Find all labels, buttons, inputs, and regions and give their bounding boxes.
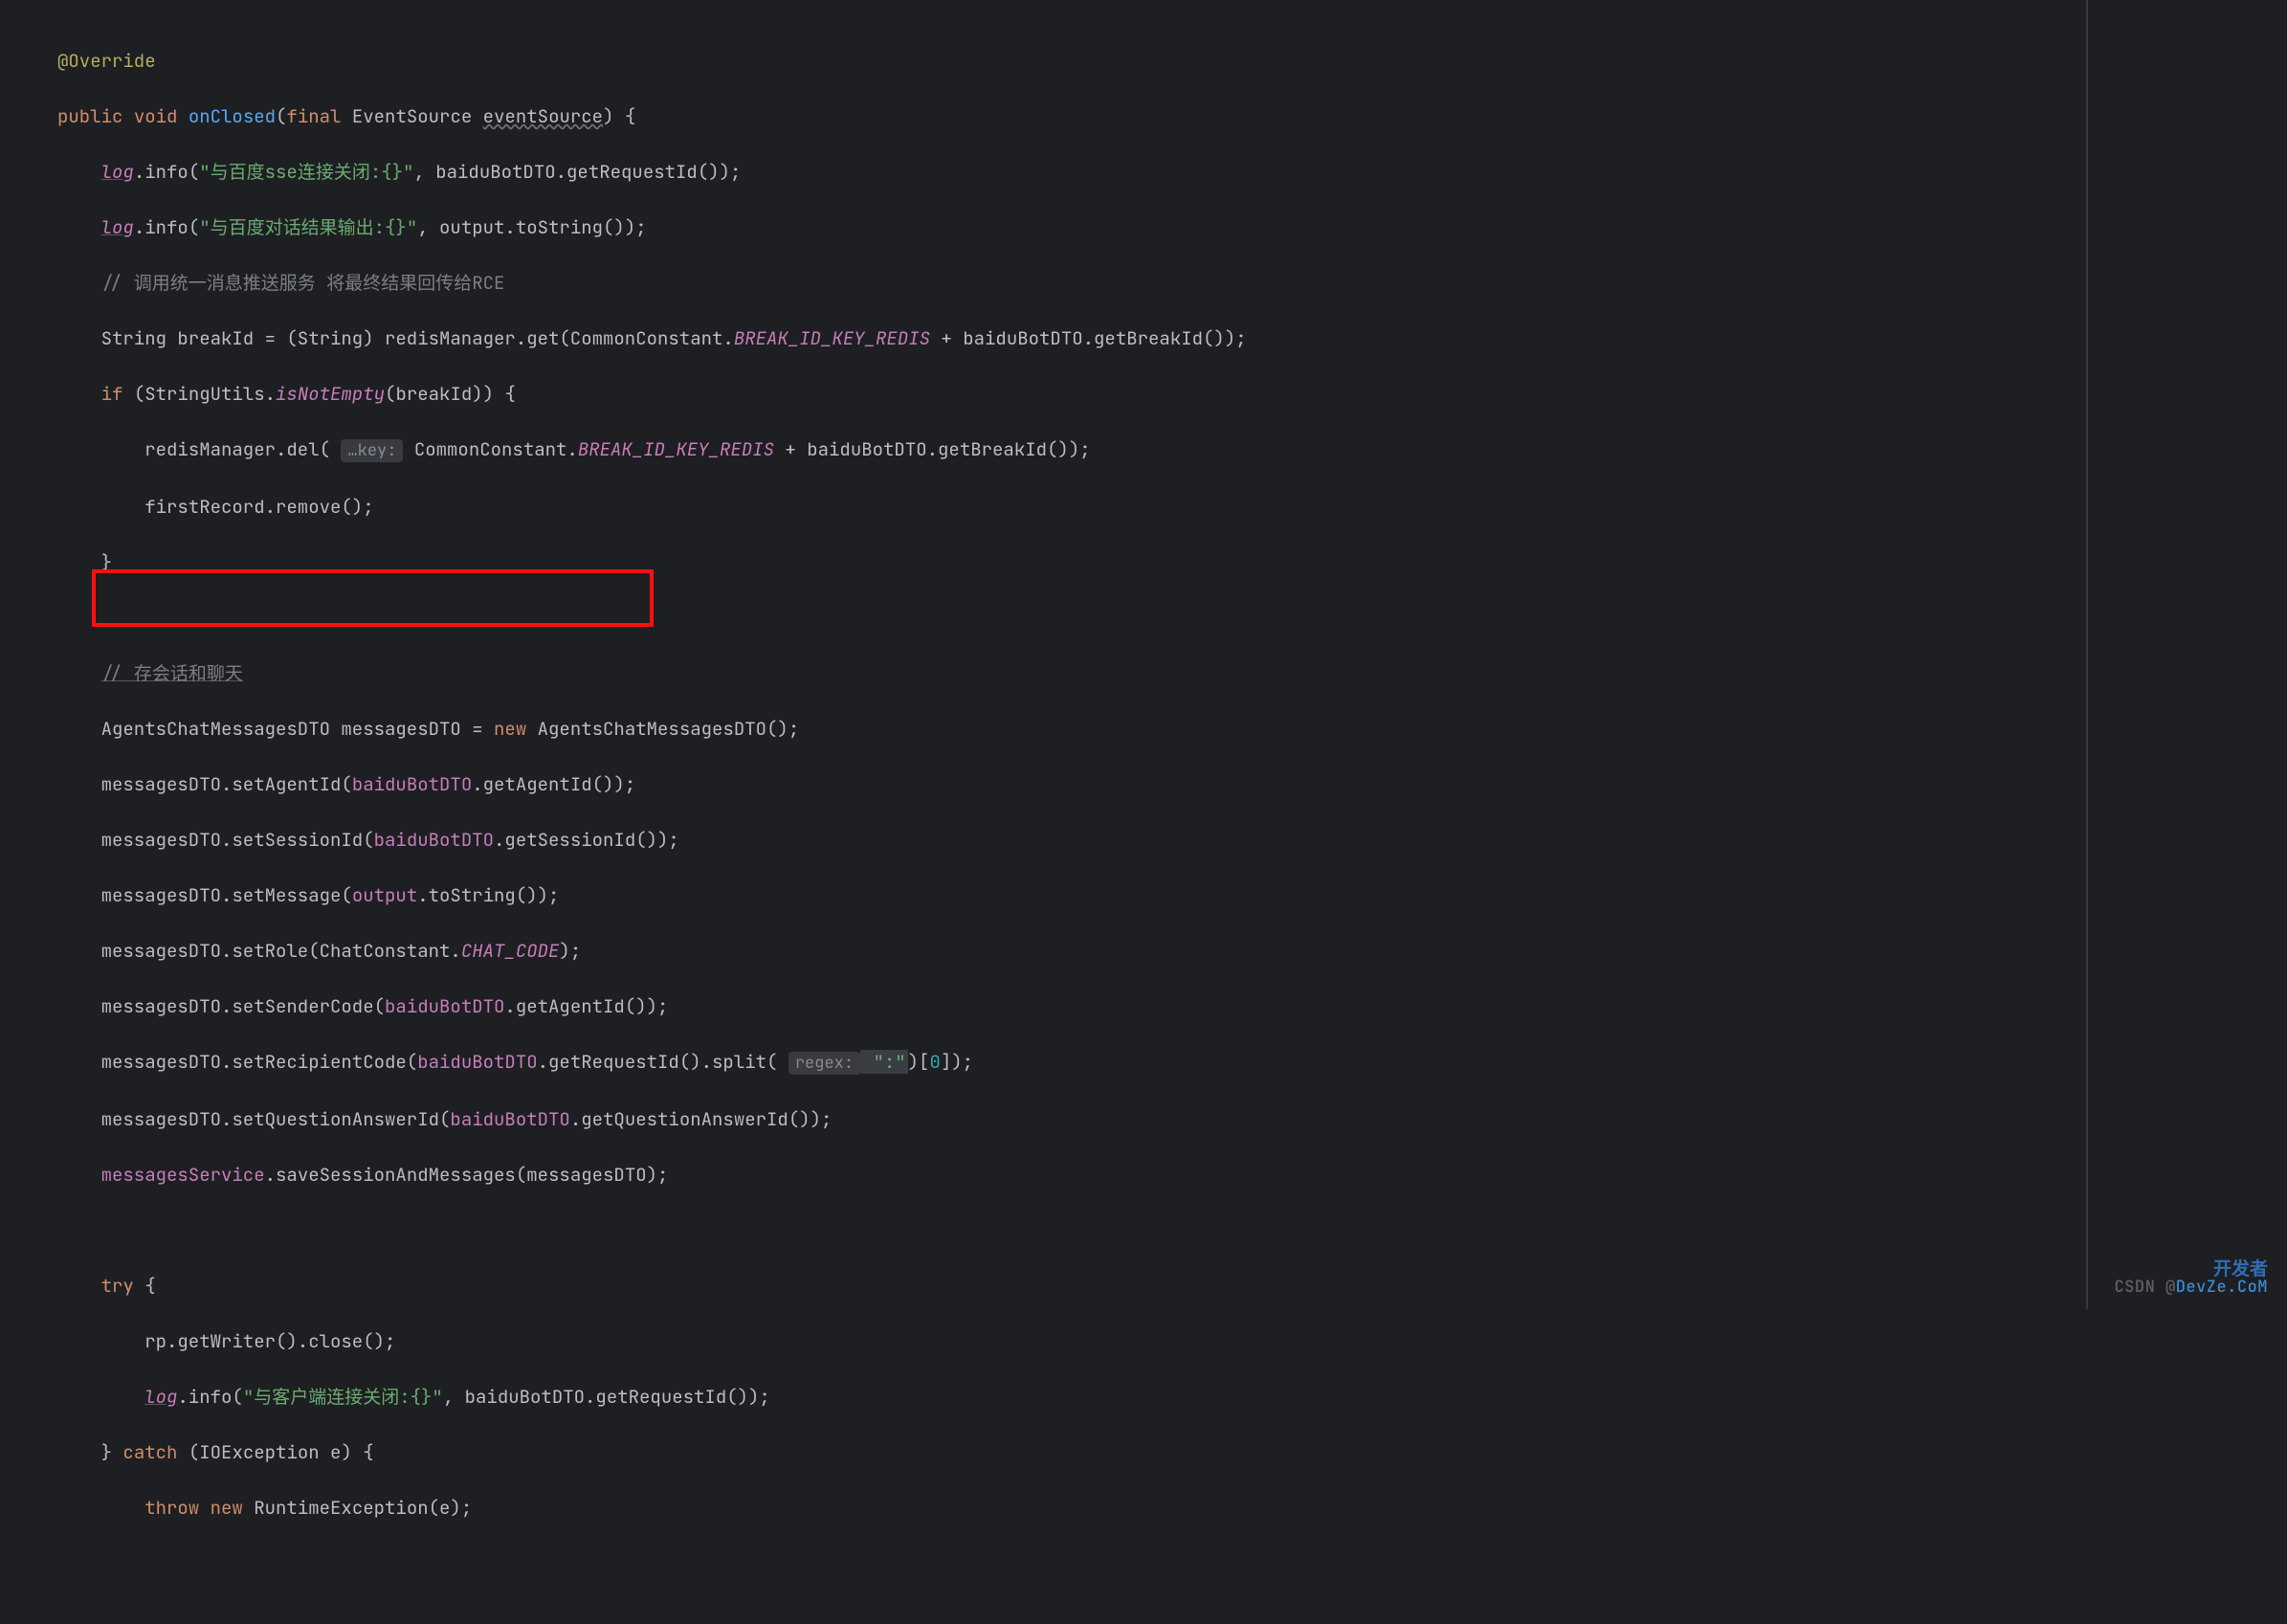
code-text: firstRecord.remove();: [144, 495, 373, 519]
string-literal: "与百度对话结果输出:{}": [199, 215, 417, 239]
param: baiduBotDTO: [374, 828, 494, 852]
param: baiduBotDTO: [450, 1107, 569, 1131]
number: 0: [929, 1050, 940, 1074]
string-literal: "与百度sse连接关闭:{}": [199, 160, 413, 184]
log-var: log: [101, 215, 134, 239]
annotation: @Override: [57, 49, 156, 73]
keyword-catch: catch: [122, 1440, 177, 1464]
method-name: onClosed: [189, 104, 276, 128]
param-type: EventSource: [352, 104, 472, 128]
comment: // 调用统一消息推送服务 将最终结果回传给RCE: [101, 271, 505, 295]
string-literal: ":": [860, 1050, 908, 1074]
keyword-throw: throw: [144, 1496, 199, 1520]
keyword-new: new: [211, 1496, 243, 1520]
log-var: log: [144, 1385, 177, 1409]
constant: BREAK_ID_KEY_REDIS: [578, 437, 774, 461]
static-method: isNotEmpty: [276, 382, 385, 406]
param: baiduBotDTO: [352, 772, 472, 796]
param: output: [352, 883, 417, 907]
constant: CHAT_CODE: [461, 939, 560, 963]
constant: BREAK_ID_KEY_REDIS: [734, 326, 930, 350]
param: baiduBotDTO: [385, 994, 504, 1018]
keyword-new: new: [494, 717, 526, 741]
param-name: eventSource: [483, 104, 603, 128]
keyword-final: final: [286, 104, 341, 128]
comment: //: [101, 661, 123, 685]
param-hint: regex:: [788, 1052, 860, 1075]
keyword-if: if: [101, 382, 123, 406]
string-literal: "与客户端连接关闭:{}": [243, 1385, 443, 1409]
code-editor[interactable]: @Override public void onClosed(final Eve…: [57, 19, 2230, 1605]
service-var: messagesService: [101, 1163, 265, 1187]
param: baiduBotDTO: [417, 1050, 537, 1074]
log-var: log: [101, 160, 134, 184]
watermark-cn: 开发者: [2213, 1255, 2268, 1282]
close-brace: }: [101, 550, 112, 574]
code-text: rp.getWriter().close();: [144, 1329, 395, 1353]
keyword-try: try: [101, 1274, 134, 1298]
editor-gutter-right: [2086, 0, 2088, 1309]
keyword-void: void: [134, 104, 178, 128]
keyword-public: public: [57, 104, 122, 128]
param-hint: …key:: [341, 439, 403, 462]
